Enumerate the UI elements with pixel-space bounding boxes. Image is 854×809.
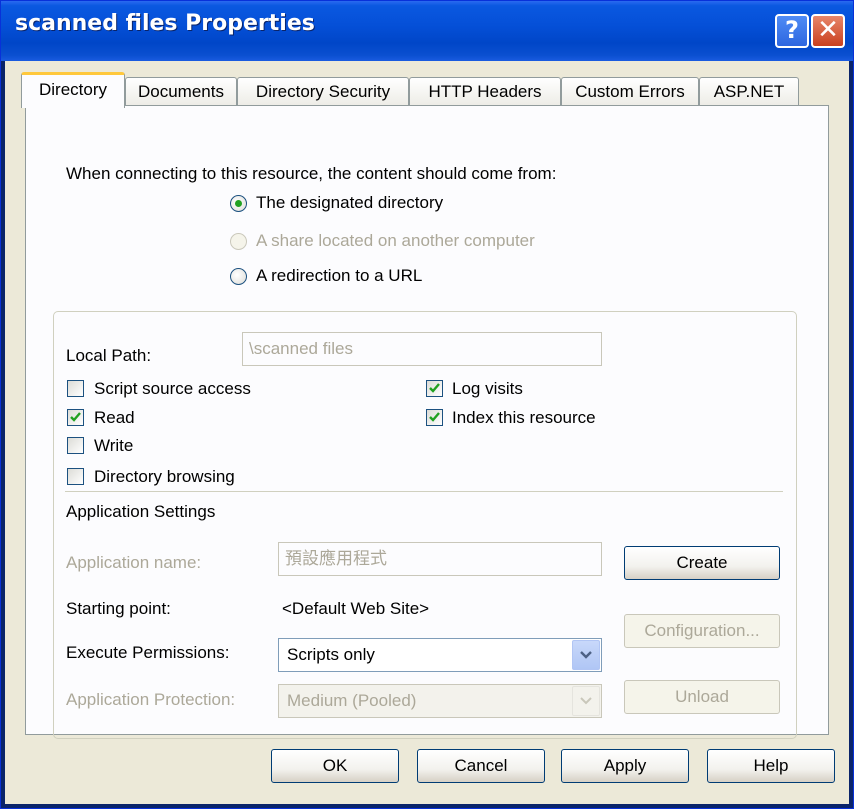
execute-permissions-value: Scripts only xyxy=(287,645,375,664)
cancel-button[interactable]: Cancel xyxy=(417,749,545,783)
application-protection-label: Application Protection: xyxy=(66,690,236,709)
starting-point-value: <Default Web Site> xyxy=(282,599,430,618)
checkbox-script-source-access[interactable] xyxy=(67,380,84,397)
checkbox-script-source-access-label[interactable]: Script source access xyxy=(94,379,251,399)
application-protection-value: Medium (Pooled) xyxy=(287,691,417,710)
tab-asp-net[interactable]: ASP.NET xyxy=(699,77,799,107)
radio-redirect-url-label[interactable]: A redirection to a URL xyxy=(256,266,422,286)
application-settings-heading: Application Settings xyxy=(66,502,216,521)
checkbox-read-label[interactable]: Read xyxy=(94,408,135,428)
configuration-button: Configuration... xyxy=(624,614,780,648)
checkbox-write-label[interactable]: Write xyxy=(94,436,133,456)
checkbox-directory-browsing-label[interactable]: Directory browsing xyxy=(94,467,235,487)
execute-permissions-dropdown[interactable]: Scripts only xyxy=(278,638,602,672)
tab-directory[interactable]: Directory xyxy=(21,72,125,108)
directory-options-group: Local Path: \scanned files Script source… xyxy=(53,311,797,739)
dialog-body: Directory Documents Directory Security H… xyxy=(5,61,849,804)
checkbox-directory-browsing[interactable] xyxy=(67,468,84,485)
radio-selected-dot xyxy=(235,200,242,207)
radio-redirect-url[interactable] xyxy=(230,268,247,285)
close-icon[interactable]: ✕ xyxy=(811,14,845,48)
window-title: scanned files Properties xyxy=(15,11,315,36)
tab-custom-errors[interactable]: Custom Errors xyxy=(561,77,699,107)
apply-button[interactable]: Apply xyxy=(561,749,689,783)
create-button[interactable]: Create xyxy=(624,546,780,580)
help-button[interactable]: Help xyxy=(707,749,835,783)
application-settings-divider xyxy=(65,491,783,492)
application-name-field: 預設應用程式 xyxy=(278,542,602,576)
help-title-button[interactable]: ? xyxy=(775,14,809,48)
tab-documents[interactable]: Documents xyxy=(125,77,237,107)
title-bar[interactable]: scanned files Properties ? ✕ xyxy=(1,1,853,61)
checkbox-index-resource[interactable] xyxy=(426,409,443,426)
checkbox-read[interactable] xyxy=(67,409,84,426)
starting-point-label: Starting point: xyxy=(66,599,171,618)
local-path-label: Local Path: xyxy=(66,346,152,365)
ok-button[interactable]: OK xyxy=(271,749,399,783)
radio-network-share xyxy=(230,233,247,250)
unload-button: Unload xyxy=(624,680,780,714)
radio-network-share-label: A share located on another computer xyxy=(256,231,535,250)
chevron-down-icon[interactable] xyxy=(572,640,600,670)
tab-directory-security[interactable]: Directory Security xyxy=(237,77,409,107)
radio-designated-directory-label[interactable]: The designated directory xyxy=(256,193,443,213)
checkbox-index-resource-label[interactable]: Index this resource xyxy=(452,408,596,428)
execute-permissions-label: Execute Permissions: xyxy=(66,643,230,662)
checkbox-log-visits-label[interactable]: Log visits xyxy=(452,379,523,399)
checkbox-write[interactable] xyxy=(67,437,84,454)
application-name-label: Application name: xyxy=(66,553,202,572)
content-source-prompt: When connecting to this resource, the co… xyxy=(66,164,557,183)
tab-http-headers[interactable]: HTTP Headers xyxy=(409,77,561,107)
check-icon xyxy=(429,383,440,393)
check-icon xyxy=(429,412,440,422)
properties-dialog: scanned files Properties ? ✕ Directory D… xyxy=(0,0,854,809)
application-protection-dropdown: Medium (Pooled) xyxy=(278,684,602,718)
chevron-down-icon xyxy=(572,686,600,716)
radio-designated-directory[interactable] xyxy=(230,195,247,212)
local-path-field: \scanned files xyxy=(242,332,602,366)
checkbox-log-visits[interactable] xyxy=(426,380,443,397)
check-icon xyxy=(70,412,81,422)
